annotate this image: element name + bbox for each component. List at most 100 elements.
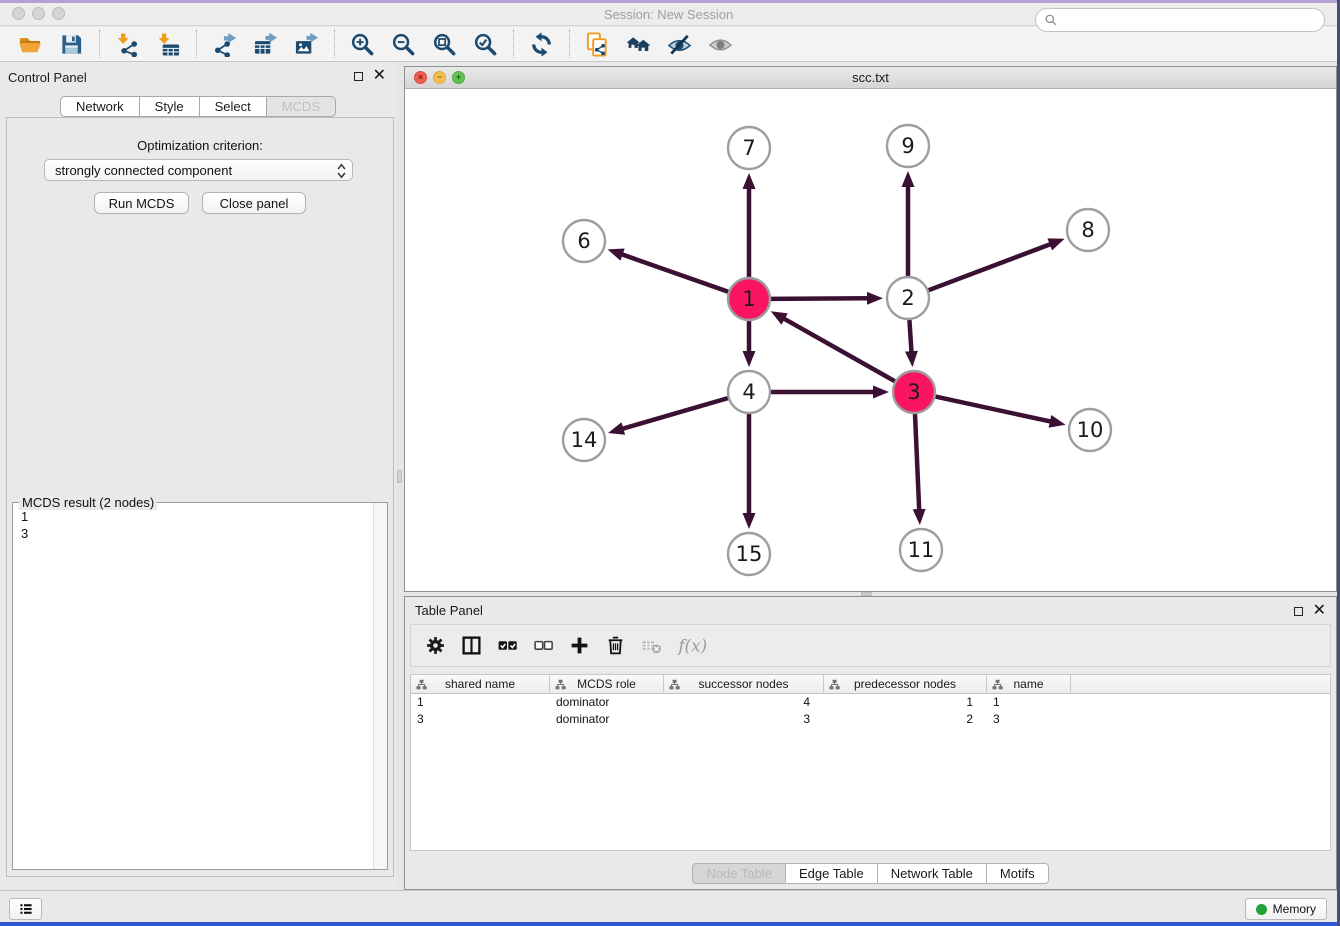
list-icon (18, 901, 34, 917)
result-scrollbar[interactable] (373, 503, 387, 869)
svg-text:8: 8 (1081, 218, 1094, 242)
window-controls[interactable] (12, 7, 65, 20)
zoom-fit-icon (432, 32, 457, 57)
new-network-from-selection-button[interactable] (577, 29, 618, 59)
import-network-button[interactable] (107, 29, 148, 59)
search-field[interactable] (1035, 8, 1325, 32)
close-window-button[interactable] (12, 7, 25, 20)
zoom-fit-button[interactable] (424, 29, 465, 59)
graph-node-7[interactable]: 7 (728, 127, 770, 169)
column-header-successor-nodes[interactable]: successor nodes (664, 675, 824, 693)
search-input[interactable] (1063, 13, 1316, 28)
zoom-selected-button[interactable] (465, 29, 506, 59)
graph-node-4[interactable]: 4 (728, 371, 770, 413)
tab-select[interactable]: Select (200, 96, 267, 117)
panel-splitter[interactable] (396, 62, 404, 890)
splitter-grip[interactable] (397, 470, 402, 483)
dropdown-spinner-icon (336, 162, 347, 180)
optimization-criterion-label: Optimization criterion: (7, 138, 393, 153)
table-panel: Table Panel ✕ f(x) shared nameMCDS roles… (404, 596, 1337, 890)
save-session-button[interactable] (51, 29, 92, 59)
graph-node-8[interactable]: 8 (1067, 209, 1109, 251)
tab-edge-table[interactable]: Edge Table (786, 863, 878, 884)
float-panel-icon[interactable] (354, 72, 363, 81)
eye-slash-icon (667, 32, 692, 57)
memory-button[interactable]: Memory (1245, 898, 1327, 920)
edge-3-10[interactable] (936, 397, 1051, 422)
export-table-button[interactable] (245, 29, 286, 59)
result-line: 3 (21, 525, 28, 542)
tab-motifs[interactable]: Motifs (987, 863, 1049, 884)
graph-node-2[interactable]: 2 (887, 277, 929, 319)
table-mode-button[interactable] (425, 635, 446, 656)
run-mcds-button[interactable]: Run MCDS (94, 192, 189, 214)
edge-1-2[interactable] (771, 298, 868, 299)
edge-1-6[interactable] (622, 254, 729, 291)
graph-node-1[interactable]: 1 (728, 278, 770, 320)
svg-text:14: 14 (571, 428, 598, 452)
edge-4-14[interactable] (622, 398, 728, 429)
graph-node-11[interactable]: 11 (900, 529, 942, 571)
svg-text:2: 2 (901, 286, 914, 310)
tree-icon (416, 679, 427, 690)
export-network-button[interactable] (204, 29, 245, 59)
float-table-panel-icon[interactable] (1294, 607, 1303, 616)
show-panels-button[interactable] (9, 898, 42, 920)
tab-mcds[interactable]: MCDS (267, 96, 336, 117)
apply-layout-button[interactable] (521, 29, 562, 59)
minimize-view-button[interactable]: − (433, 71, 446, 84)
export-table-icon (253, 32, 278, 57)
show-column-panel-button[interactable] (461, 635, 482, 656)
zoom-window-button[interactable] (52, 7, 65, 20)
close-panel-button[interactable]: Close panel (202, 192, 306, 214)
tab-network-table[interactable]: Network Table (878, 863, 987, 884)
column-header-predecessor-nodes[interactable]: predecessor nodes (824, 675, 987, 693)
network-window-titlebar[interactable]: × − + scc.txt (405, 67, 1336, 89)
column-header-name[interactable]: name (987, 675, 1071, 693)
open-session-button[interactable] (10, 29, 51, 59)
graph-node-3[interactable]: 3 (893, 371, 935, 413)
network-canvas[interactable]: 7 9 6 8 1 2 4 3 14 10 15 11 (405, 90, 1336, 591)
mcds-result-box: MCDS result (2 nodes) 13 (12, 502, 388, 870)
table-row[interactable]: 3dominator323 (411, 711, 1330, 728)
edge-3-11[interactable] (915, 414, 919, 510)
create-column-button[interactable] (569, 635, 590, 656)
zoom-in-button[interactable] (342, 29, 383, 59)
unselect-all-columns-button[interactable] (533, 635, 554, 656)
table-cell: 1 (987, 694, 1071, 711)
table-row[interactable]: 1dominator411 (411, 694, 1330, 711)
column-header-mcds-role[interactable]: MCDS role (550, 675, 664, 693)
export-image-button[interactable] (286, 29, 327, 59)
minimize-window-button[interactable] (32, 7, 45, 20)
svg-text:9: 9 (901, 134, 914, 158)
hide-selected-button[interactable] (659, 29, 700, 59)
table-tabs: Node TableEdge TableNetwork TableMotifs (405, 863, 1336, 884)
show-all-button[interactable] (700, 29, 741, 59)
save-icon (59, 32, 84, 57)
edge-2-8[interactable] (929, 244, 1051, 290)
column-header-shared-name[interactable]: shared name (411, 675, 550, 693)
graph-node-6[interactable]: 6 (563, 220, 605, 262)
graph-node-10[interactable]: 10 (1069, 409, 1111, 451)
graph-node-14[interactable]: 14 (563, 419, 605, 461)
tab-network[interactable]: Network (60, 96, 140, 117)
edge-3-1[interactable] (784, 319, 895, 382)
column-header-label: successor nodes (698, 677, 788, 691)
criterion-value: strongly connected component (55, 163, 232, 178)
close-view-button[interactable]: × (414, 71, 427, 84)
delete-columns-button[interactable] (605, 635, 626, 656)
svg-text:7: 7 (742, 136, 755, 160)
maximize-view-button[interactable]: + (452, 71, 465, 84)
graph-node-9[interactable]: 9 (887, 125, 929, 167)
close-table-panel-icon[interactable]: ✕ (1313, 605, 1326, 617)
edge-2-3[interactable] (909, 320, 911, 352)
select-all-columns-button[interactable] (497, 635, 518, 656)
criterion-dropdown[interactable]: strongly connected component (44, 159, 353, 181)
import-table-button[interactable] (148, 29, 189, 59)
graph-node-15[interactable]: 15 (728, 533, 770, 575)
tab-style[interactable]: Style (140, 96, 200, 117)
zoom-out-button[interactable] (383, 29, 424, 59)
tab-node-table[interactable]: Node Table (692, 863, 786, 884)
close-panel-icon[interactable]: ✕ (373, 70, 386, 82)
first-neighbors-button[interactable] (618, 29, 659, 59)
